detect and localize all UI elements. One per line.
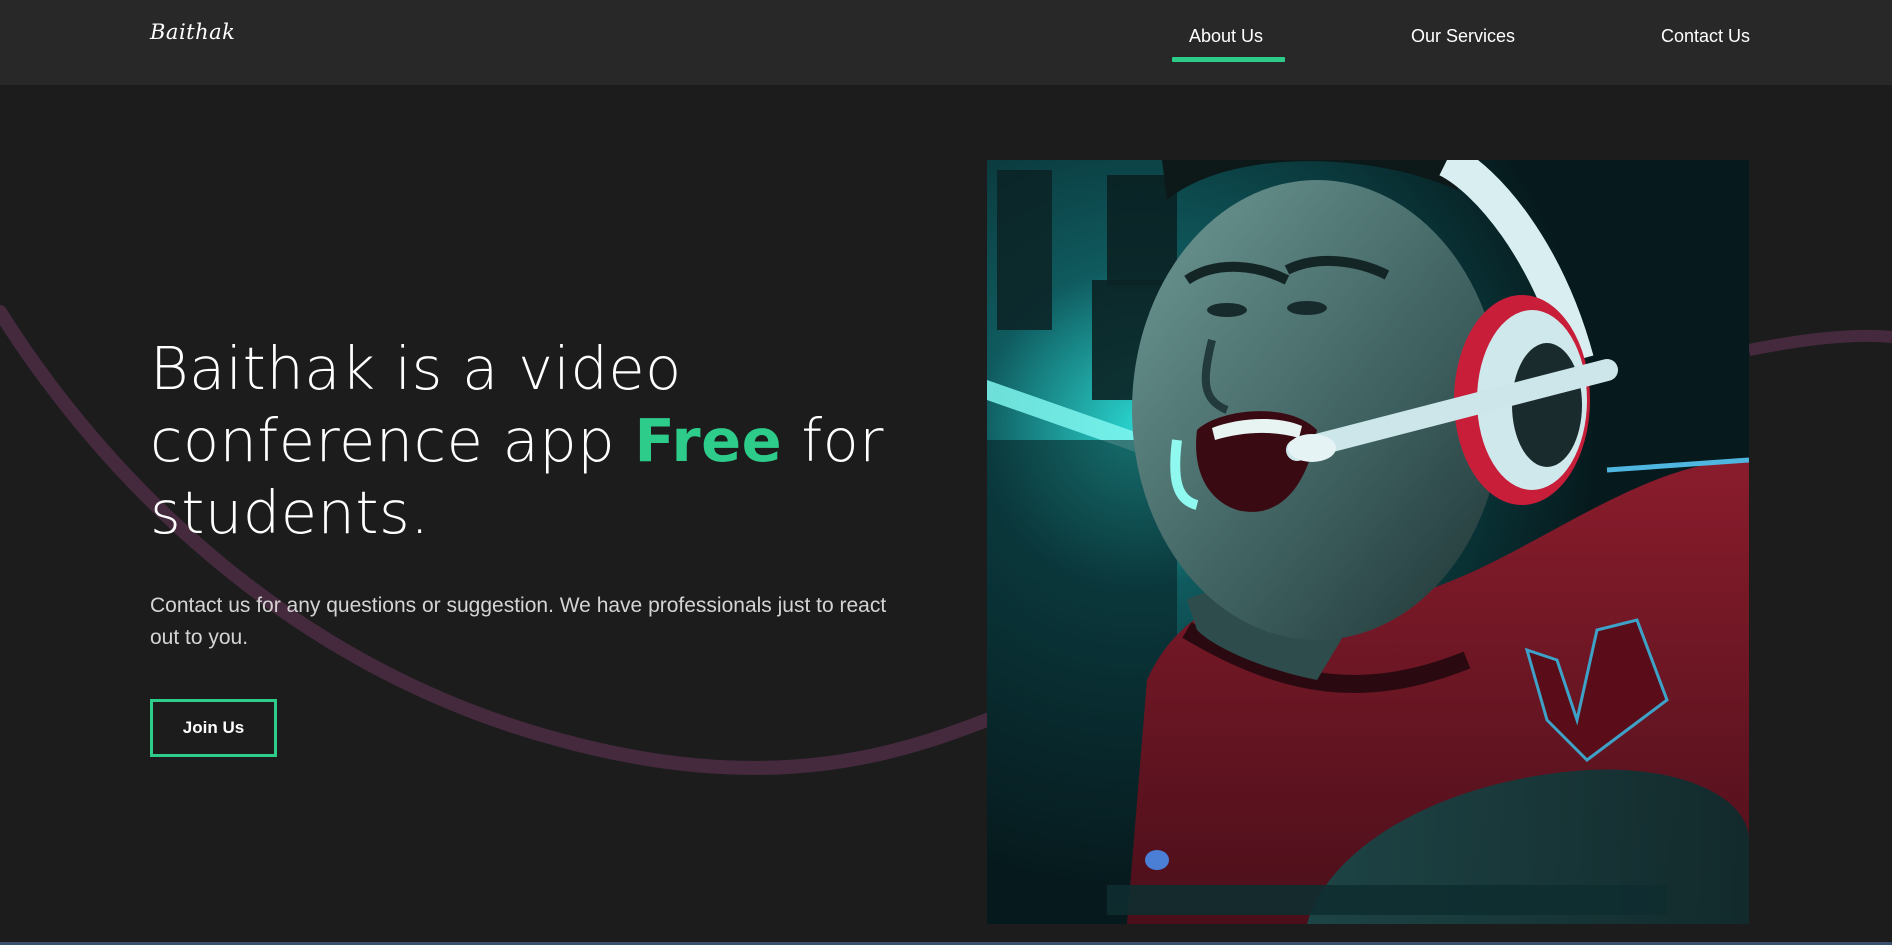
nav-our-services[interactable]: Our Services xyxy=(1411,26,1515,47)
gamer-photo-illustration xyxy=(987,160,1749,924)
hero-headline: Baithak is a video conference app Free f… xyxy=(150,333,930,549)
nav-contact-us[interactable]: Contact Us xyxy=(1661,26,1750,47)
join-us-button[interactable]: Join Us xyxy=(150,699,277,757)
headline-highlight: Free xyxy=(634,406,783,475)
nav-about-us[interactable]: About Us xyxy=(1171,26,1286,62)
hero-image xyxy=(987,160,1749,924)
hero-description: Contact us for any questions or suggesti… xyxy=(150,594,887,649)
headline-text-start: Baithak is a video conference app xyxy=(150,334,682,475)
navbar: Baithak About Us Our Services Contact Us xyxy=(0,0,1892,85)
logo[interactable]: Baithak xyxy=(150,20,235,44)
